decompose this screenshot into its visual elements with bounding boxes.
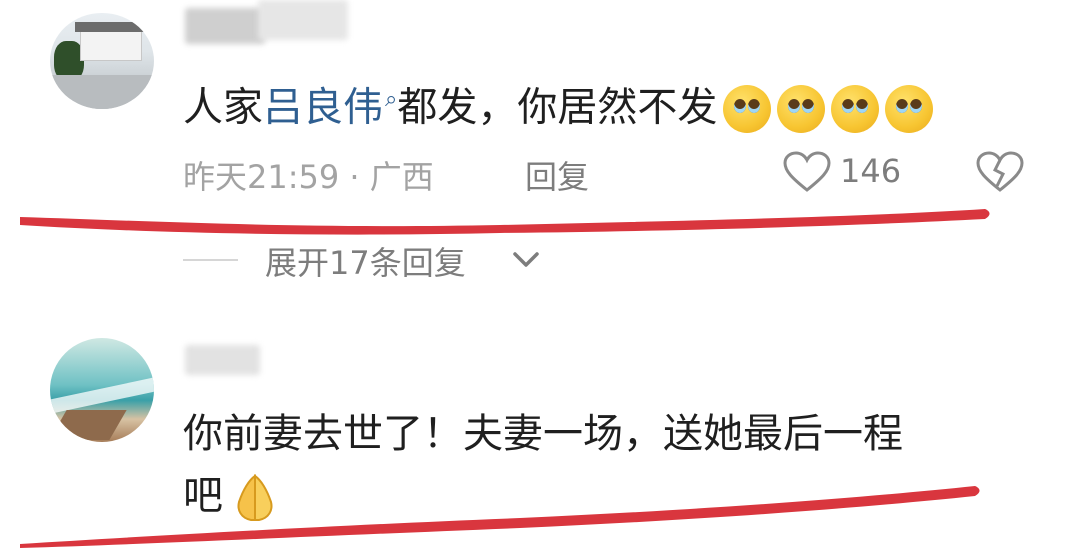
avatar[interactable]: [50, 338, 154, 442]
avatar-road: [50, 75, 154, 109]
comment-text: 你前妻去世了！夫妻一场，送她最后一程: [183, 411, 903, 457]
pleading-face-emoji: [777, 85, 826, 134]
pleading-face-emoji: [723, 85, 772, 134]
expand-replies-button[interactable]: 展开17条回复: [265, 238, 466, 284]
pleading-face-emoji: [885, 85, 934, 134]
reply-button[interactable]: 回复: [525, 152, 589, 198]
comment-text: 人家吕良伟⌕都发，你居然不发: [183, 76, 934, 134]
comment-text-suffix: 都发，你居然不发: [397, 84, 718, 131]
comment-text-tail: 吧: [183, 473, 223, 519]
pleading-face-emoji: [831, 85, 880, 134]
avatar[interactable]: [50, 13, 154, 109]
blurred-username[interactable]: [185, 345, 260, 375]
comment-time-location: 昨天21:59 · 广西: [183, 158, 434, 196]
broken-heart-icon[interactable]: [975, 150, 1025, 194]
mention-link[interactable]: 吕良伟: [263, 84, 383, 130]
red-underline-mark: [20, 209, 990, 235]
comment-text-prefix: 人家: [183, 84, 263, 131]
avatar-house: [75, 22, 145, 61]
comment-text-continued: 吧: [183, 472, 283, 524]
blurred-username[interactable]: [185, 8, 265, 44]
search-icon[interactable]: ⌕: [385, 87, 397, 112]
expand-divider: [183, 259, 238, 261]
red-underline-mark: [20, 486, 980, 548]
like-count: 146: [840, 152, 902, 190]
folded-hands-emoji: [237, 474, 273, 521]
heart-icon[interactable]: [782, 150, 832, 194]
chevron-down-icon[interactable]: [510, 248, 542, 272]
avatar-dock: [50, 410, 127, 440]
blurred-username: [258, 0, 348, 40]
